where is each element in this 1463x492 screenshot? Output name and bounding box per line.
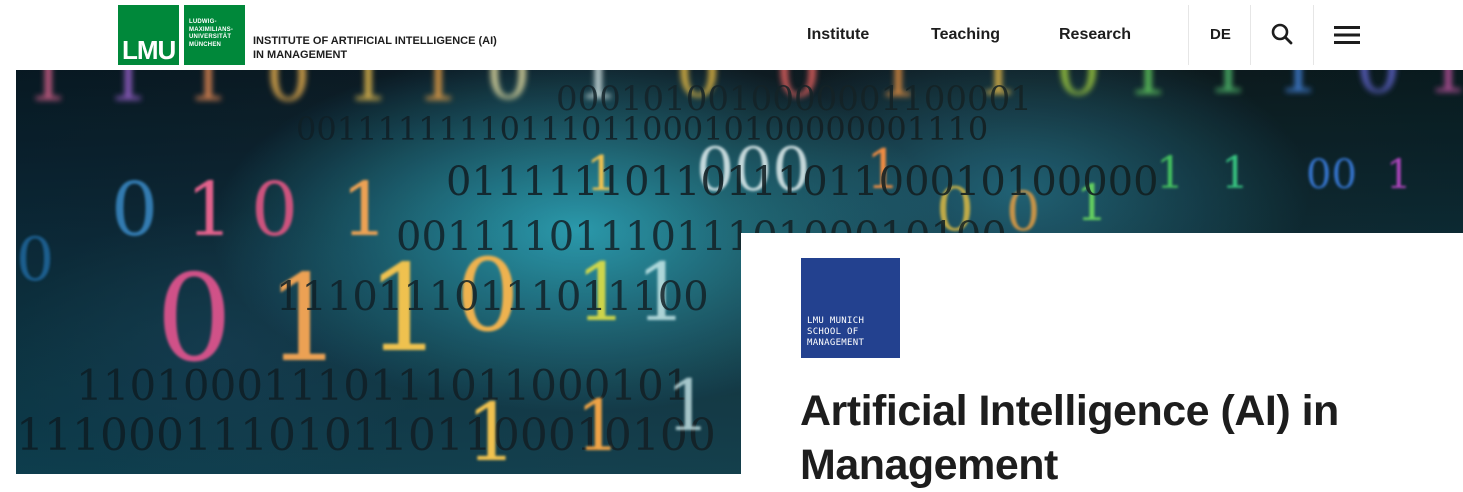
lmu-logo[interactable]: LMU	[118, 5, 179, 65]
school-logo-text: LMU MUNICH SCHOOL OF MANAGEMENT	[807, 316, 865, 348]
school-of-management-logo: LMU MUNICH SCHOOL OF MANAGEMENT	[801, 258, 900, 358]
hamburger-menu-icon[interactable]	[1334, 25, 1360, 45]
site-header: LMU LUDWIG- MAXIMILIANS- UNIVERSITÄT MÜN…	[0, 0, 1463, 70]
language-switch[interactable]: DE	[1210, 26, 1231, 43]
nav-item-teaching[interactable]: Teaching	[931, 26, 1000, 44]
nav-item-research[interactable]: Research	[1059, 26, 1131, 44]
institute-name-line2: IN MANAGEMENT	[253, 49, 348, 61]
nav-divider	[1250, 5, 1251, 65]
nav-divider	[1313, 5, 1314, 65]
institute-name[interactable]: INSTITUTE OF ARTIFICIAL INTELLIGENCE (AI…	[253, 34, 553, 62]
page-title: Artificial Intelligence (AI) in Manageme…	[800, 387, 1339, 489]
nav-item-institute[interactable]: Institute	[807, 26, 869, 44]
university-logo[interactable]: LUDWIG- MAXIMILIANS- UNIVERSITÄT MÜNCHEN	[184, 5, 245, 65]
search-icon[interactable]	[1271, 23, 1293, 45]
institute-name-line1: INSTITUTE OF ARTIFICIAL INTELLIGENCE (AI…	[253, 35, 497, 47]
university-name: LUDWIG- MAXIMILIANS- UNIVERSITÄT MÜNCHEN	[189, 19, 234, 48]
lmu-logo-text: LMU	[122, 35, 176, 65]
nav-divider	[1188, 5, 1189, 65]
